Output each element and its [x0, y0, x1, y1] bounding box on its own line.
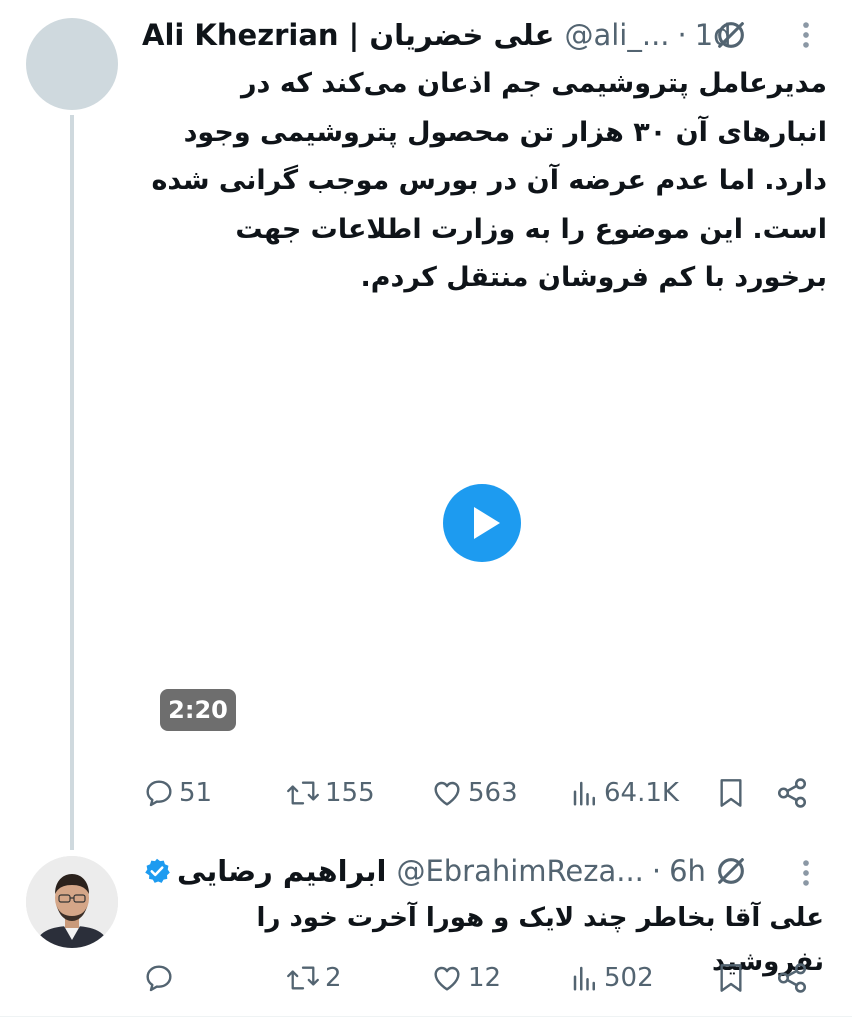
grok-icon[interactable]	[714, 854, 748, 888]
play-icon	[474, 507, 500, 539]
views-count: 502	[604, 963, 654, 993]
bookmark-icon[interactable]	[716, 777, 746, 809]
display-name[interactable]: ابراهیم رضایی	[177, 854, 386, 888]
profile-photo	[26, 856, 118, 948]
handle[interactable]: @ali_...	[564, 18, 669, 52]
views-button[interactable]: 502	[570, 958, 654, 998]
display-name[interactable]: Ali Khezrian | علی خضریان	[142, 18, 554, 52]
verified-badge-icon[interactable]	[143, 857, 171, 885]
avatar[interactable]	[26, 856, 118, 948]
avatar[interactable]	[26, 18, 118, 110]
share-icon[interactable]	[775, 776, 809, 810]
tweet-header: Ali Khezrian | علی خضریان @ali_... · 1d	[142, 15, 732, 55]
divider	[0, 1016, 852, 1017]
reply-count: 51	[179, 778, 213, 808]
like-button[interactable]: 12	[430, 958, 501, 998]
heart-icon	[434, 781, 460, 806]
like-count: 563	[468, 778, 518, 808]
like-count: 12	[468, 963, 502, 993]
separator: ·	[651, 854, 662, 888]
separator: ·	[677, 18, 687, 52]
views-icon	[573, 966, 595, 991]
reply-icon	[146, 965, 172, 992]
repost-icon	[287, 966, 319, 990]
views-icon	[573, 781, 595, 806]
repost-icon	[287, 781, 319, 805]
like-button[interactable]: 563	[430, 773, 518, 813]
heart-icon	[434, 966, 460, 991]
views-count: 64.1K	[604, 778, 679, 808]
handle[interactable]: @EbrahimReza...	[396, 854, 643, 888]
thread-line	[70, 115, 74, 850]
views-button[interactable]: 64.1K	[570, 773, 679, 813]
reply-button[interactable]: 51	[143, 773, 212, 813]
play-button[interactable]	[443, 484, 521, 562]
grok-icon[interactable]	[714, 18, 748, 52]
share-icon[interactable]	[775, 961, 809, 995]
video-duration: 2:20	[160, 689, 236, 731]
tweet-text: مدیرعامل پتروشیمی جم اذعان می‌کند که در …	[151, 68, 827, 293]
repost-button[interactable]: 155	[285, 773, 375, 813]
reply-icon	[146, 780, 172, 807]
more-options-icon[interactable]	[800, 18, 812, 52]
tweet-header: ابراهیم رضایی @EbrahimReza... · 6h	[143, 851, 706, 891]
timestamp[interactable]: 6h	[669, 854, 706, 888]
repost-count: 2	[325, 963, 342, 993]
repost-button[interactable]: 2	[285, 958, 342, 998]
repost-count: 155	[325, 778, 375, 808]
bookmark-icon[interactable]	[716, 962, 746, 994]
reply-button[interactable]	[143, 958, 179, 998]
more-options-icon[interactable]	[800, 856, 812, 890]
